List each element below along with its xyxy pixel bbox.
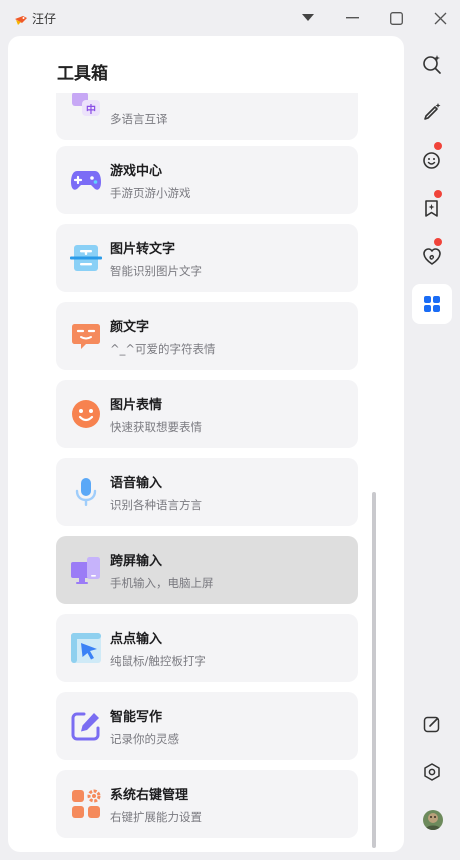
tool-title: 颜文字	[110, 320, 150, 335]
edit-icon	[423, 715, 441, 733]
rail-toolbox-button[interactable]	[412, 284, 452, 324]
tool-title: 图片转文字	[110, 242, 176, 257]
tool-card-image-to-text[interactable]: 图片转文字 智能识别图片文字	[56, 224, 358, 292]
rail-magic-pen-button[interactable]	[412, 92, 452, 132]
tool-card-translate[interactable]: 中 多语言互译	[56, 93, 358, 140]
user-avatar[interactable]	[423, 810, 443, 830]
rail-settings-button[interactable]	[412, 752, 452, 792]
tool-title: 图片表情	[110, 398, 163, 413]
maximize-icon	[389, 11, 403, 25]
minimize-button[interactable]	[339, 6, 365, 30]
toolbox-grid-icon	[423, 295, 441, 313]
settings-hexagon-icon	[423, 763, 441, 781]
tool-subtitle: 快速获取想要表情	[110, 420, 202, 434]
context-menu-settings-icon	[70, 788, 102, 820]
dropdown-icon	[302, 14, 314, 22]
tool-card-cross-screen-input[interactable]: 跨屏输入 手机输入，电脑上屏	[56, 536, 358, 604]
list-scrollbar[interactable]	[372, 492, 376, 848]
image-to-text-icon	[70, 242, 102, 274]
tool-subtitle: 识别各种语言方言	[110, 498, 202, 512]
close-icon	[434, 12, 447, 25]
bookmark-notification-badge	[434, 190, 442, 198]
toolbox-list[interactable]: 中 多语言互译 游戏中心 手游页游小游戏 图片转文字 智能识别图片文字 颜文字 …	[8, 93, 404, 852]
microphone-icon	[70, 476, 102, 508]
emoji-notification-badge	[434, 142, 442, 150]
toolbox-panel: 工具箱 中 多语言互译 游戏中心 手游页游小游戏 图片转文字 智能识别图片文字 …	[8, 36, 404, 852]
tool-subtitle: 手机输入，电脑上屏	[110, 576, 214, 590]
tool-card-context-menu-manage[interactable]: 系统右键管理 右键扩展能力设置	[56, 770, 358, 838]
tool-card-game-center[interactable]: 游戏中心 手游页游小游戏	[56, 146, 358, 214]
tool-title: 跨屏输入	[110, 554, 163, 569]
ai-search-icon	[422, 54, 442, 74]
translate-icon: 中	[70, 93, 102, 122]
close-button[interactable]	[427, 6, 453, 30]
rail-emoji-button[interactable]	[412, 140, 452, 180]
favorites-notification-badge	[434, 238, 442, 246]
smart-writing-icon	[70, 710, 102, 742]
rail-bookmark-button[interactable]	[412, 188, 452, 228]
tool-subtitle: 多语言互译	[110, 112, 168, 126]
tool-subtitle: 纯鼠标/触控板打字	[110, 654, 206, 668]
minimize-icon	[345, 17, 359, 19]
cross-screen-icon	[70, 554, 102, 586]
window-menu-button[interactable]	[295, 6, 321, 30]
gamepad-icon	[70, 164, 102, 196]
kaomoji-icon	[70, 320, 102, 352]
tool-subtitle: 智能识别图片文字	[110, 264, 202, 278]
tool-card-image-emoji[interactable]: 图片表情 快速获取想要表情	[56, 380, 358, 448]
rail-favorites-button[interactable]	[412, 236, 452, 276]
tool-card-kaomoji[interactable]: 颜文字 ^_^可爱的字符表情	[56, 302, 358, 370]
tool-card-voice-input[interactable]: 语音输入 识别各种语言方言	[56, 458, 358, 526]
tool-card-smart-writing[interactable]: 智能写作 记录你的灵感	[56, 692, 358, 760]
tool-title: 语音输入	[110, 476, 163, 491]
panel-title: 工具箱	[57, 64, 108, 84]
tool-title: 点点输入	[110, 632, 163, 647]
click-input-icon	[70, 632, 102, 664]
tool-subtitle: 手游页游小游戏	[110, 186, 191, 200]
rail-edit-button[interactable]	[412, 704, 452, 744]
app-title: 汪仔	[32, 12, 57, 26]
tool-title: 系统右键管理	[110, 788, 189, 803]
emoji-sparkle-icon	[422, 150, 442, 170]
tool-subtitle: ^_^可爱的字符表情	[110, 342, 216, 356]
tool-title: 智能写作	[110, 710, 163, 725]
bookmark-sparkle-icon	[422, 198, 442, 218]
tool-subtitle: 记录你的灵感	[110, 732, 179, 746]
tool-subtitle: 右键扩展能力设置	[110, 810, 202, 824]
app-logo-icon	[14, 11, 28, 25]
smile-face-icon	[70, 398, 102, 430]
magic-pen-icon	[422, 102, 442, 122]
title-bar: 汪仔	[0, 0, 460, 36]
heart-spiral-icon	[422, 246, 442, 266]
tool-card-click-input[interactable]: 点点输入 纯鼠标/触控板打字	[56, 614, 358, 682]
maximize-button[interactable]	[383, 6, 409, 30]
translate-icon-glyph: 中	[86, 103, 96, 116]
rail-ai-search-button[interactable]	[412, 44, 452, 84]
tool-title: 游戏中心	[110, 164, 163, 179]
